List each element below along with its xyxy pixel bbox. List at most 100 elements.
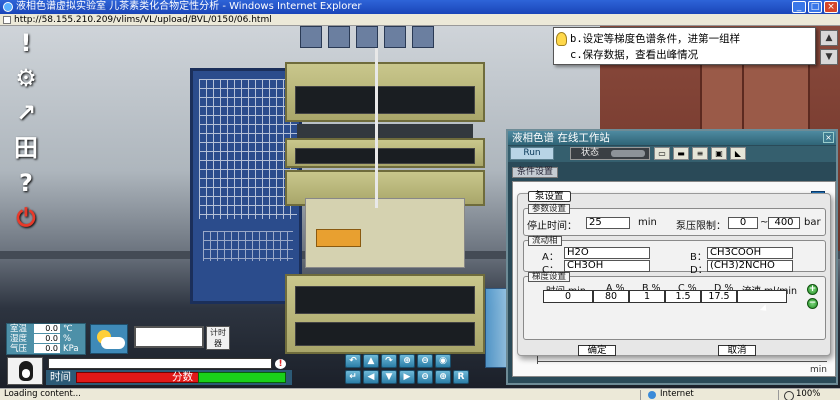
axis-unit-label: min (810, 365, 827, 375)
env-row-pressure: 气压 0.0 KPa (7, 344, 85, 354)
spectrum-icon[interactable]: ◣ (730, 147, 746, 160)
qq-penguin-icon[interactable] (7, 357, 43, 385)
table-icon[interactable]: 田 (11, 135, 41, 161)
hplc-module-pump[interactable] (285, 138, 485, 168)
maximize-icon[interactable]: □ (808, 1, 822, 13)
zoom-in-2-icon[interactable]: ⊕ (435, 370, 451, 384)
page-icon (3, 16, 11, 24)
zoom-out-icon[interactable]: ⊖ (417, 354, 433, 368)
view-eye-icon[interactable]: ◉ (435, 354, 451, 368)
humidity-label: 湿度 (10, 334, 28, 344)
score-label: 分数 (172, 371, 193, 383)
save-icon[interactable]: ▣ (711, 147, 727, 160)
message-input[interactable] (48, 358, 272, 369)
add-row-icon[interactable]: + (807, 284, 818, 295)
rotate-left-icon[interactable]: ↶ (345, 354, 361, 368)
mobile-phase-label: 流动相 (528, 236, 562, 246)
gradient-cell-c[interactable]: 1.5 (665, 290, 701, 303)
turn-icon[interactable]: ↵ (345, 370, 361, 384)
status-bar: Loading content... Internet 100% (0, 388, 840, 400)
gradient-section-label: 梯度设置 (528, 272, 571, 282)
hplc-instrument[interactable] (285, 48, 485, 358)
up-arrow-icon[interactable]: ▲ (363, 354, 379, 368)
gradient-cell-a[interactable]: 80 (593, 290, 629, 303)
params-section-label: 参数设置 (528, 204, 571, 214)
zoom-out-2-icon[interactable]: ⊖ (417, 370, 433, 384)
right-arrow-icon[interactable]: ▶ (399, 370, 415, 384)
method-icon[interactable]: ≡ (692, 147, 708, 160)
chart-icon[interactable]: ↗ (11, 100, 41, 126)
status-toggle[interactable]: 状态 (570, 147, 650, 160)
timer-label-1: 计时 (210, 328, 226, 337)
pressure-limit-label: 泵压限制： (676, 221, 726, 232)
pressure-value: 0.0 (34, 344, 60, 353)
status-slider[interactable] (611, 150, 645, 157)
left-arrow-icon[interactable]: ◀ (363, 370, 379, 384)
power-icon[interactable]: ⏻ (11, 205, 41, 231)
status-text: Loading content... (4, 389, 81, 399)
solvent-a-input[interactable]: H2O (564, 247, 650, 259)
scroll-down-icon[interactable]: ▼ (820, 49, 838, 65)
solvent-bottles[interactable] (300, 26, 470, 48)
hplc-module-degasser[interactable] (285, 62, 485, 122)
timer-button[interactable]: 计时 器 (206, 326, 230, 350)
env-row-temp: 室温 0.0 ℃ (7, 324, 85, 334)
window-controls: _ □ × (792, 1, 838, 13)
stop-time-input[interactable]: 25 (586, 217, 630, 229)
pressure-max-input[interactable]: 400 (768, 217, 800, 229)
status-separator (640, 390, 641, 400)
down-arrow-icon[interactable]: ▼ (381, 370, 397, 384)
solvent-d-input[interactable]: (CH3)2NCHO (707, 260, 793, 272)
pressure-unit: bar (804, 217, 821, 228)
weather-icon (90, 324, 128, 354)
pressure-unit-env: KPa (63, 344, 79, 354)
humidity-unit: % (63, 334, 72, 344)
info-icon[interactable]: ! (11, 30, 41, 56)
timer-display (134, 326, 204, 348)
gradient-cell-time[interactable]: 0 (543, 290, 593, 303)
hint-line-2: c.保存数据，查看出峰情况 (570, 49, 699, 61)
scroll-up-icon[interactable]: ▲ (820, 30, 838, 46)
time-label: 时间 (50, 371, 71, 383)
close-icon[interactable]: × (824, 1, 838, 13)
reset-view-icon[interactable]: R (453, 370, 469, 384)
gradient-cell-d[interactable]: 17.5 (701, 290, 737, 303)
settings-gear-icon[interactable]: ⚙ (11, 65, 41, 91)
mobile-phase-section: 流动相 A： H2O B： CH3COOH C： CH3OH D： (CH3)2… (523, 236, 826, 276)
beaker[interactable] (485, 288, 507, 368)
hplc-module-detector[interactable] (285, 274, 485, 354)
pressure-label: 气压 (10, 344, 28, 354)
folder-icon[interactable]: ▭ (654, 147, 670, 160)
zoom-in-icon[interactable]: ⊕ (399, 354, 415, 368)
solvent-c-input[interactable]: CH3OH (564, 260, 650, 272)
tab-conditions[interactable]: 条件设置 (512, 167, 559, 178)
gradient-cell-b[interactable]: 1 (629, 290, 665, 303)
address-url: http://58.155.210.209/vlims/VL/upload/BV… (14, 15, 272, 25)
workstation-close-icon[interactable]: × (823, 132, 834, 143)
cancel-button[interactable]: 取消 (718, 345, 756, 356)
stop-time-unit: min (638, 217, 657, 228)
stop-time-label: 停止时间： (527, 221, 577, 232)
zoom-level[interactable]: 100% (784, 389, 820, 400)
left-toolbar: ! ⚙ ↗ 田 ? ⏻ (8, 30, 44, 231)
remove-row-icon[interactable]: − (807, 298, 818, 309)
timer-label-2: 器 (214, 339, 222, 348)
help-icon[interactable]: ? (11, 170, 41, 196)
run-button[interactable]: Run (510, 147, 554, 160)
environment-panel: 室温 0.0 ℃ 湿度 0.0 % 气压 0.0 KPa (6, 323, 86, 355)
pump-settings-dialog: 泵设置 参数设置 停止时间： 25 min 泵压限制： 0 ~ 400 bar … (517, 191, 831, 356)
temp-label: 室温 (10, 324, 28, 334)
hplc-front-panel[interactable] (305, 198, 465, 268)
gradient-cell-flow[interactable] (737, 290, 787, 303)
hint-line-1: b.设定等梯度色谱条件，进第一组样 (570, 33, 741, 45)
rotate-right-icon[interactable]: ↷ (381, 354, 397, 368)
alert-icon[interactable]: ! (275, 359, 286, 369)
ok-button[interactable]: 确定 (578, 345, 616, 356)
pressure-min-input[interactable]: 0 (728, 217, 758, 229)
gradient-row[interactable]: 0 80 1 1.5 17.5 (543, 290, 787, 303)
record-icon[interactable]: ▬ (673, 147, 689, 160)
address-bar[interactable]: http://58.155.210.209/vlims/VL/upload/BV… (0, 14, 840, 26)
score-bar (198, 372, 286, 383)
minimize-icon[interactable]: _ (792, 1, 806, 13)
solvent-b-input[interactable]: CH3COOH (707, 247, 793, 259)
